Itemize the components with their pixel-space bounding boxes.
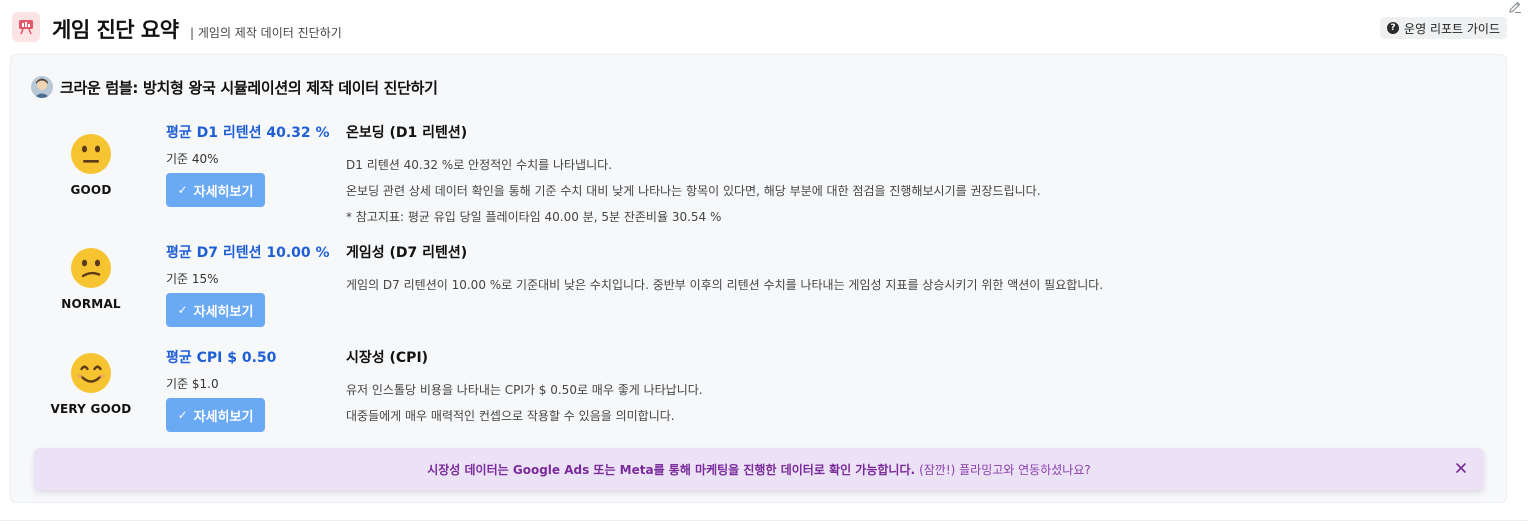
metric-baseline: 기준 40% <box>166 152 219 166</box>
metric-title: 평균 CPI $ 0.50 <box>166 350 277 366</box>
description-title: 시장성 (CPI) <box>346 350 429 366</box>
description-block: 게임성 (D7 리텐션) 게임의 D7 리텐션이 10.00 %로 기준대비 낮… <box>346 242 1103 293</box>
metric-title: 평균 D1 리텐션 40.32 % <box>166 125 330 141</box>
mood-indicator: NORMAL <box>41 247 141 311</box>
avatar <box>31 76 53 98</box>
description-line: D1 리텐션 40.32 %로 안정적인 수치를 나타냅니다. <box>346 158 612 172</box>
metric-title: 평균 D7 리텐션 10.00 % <box>166 245 330 261</box>
close-icon[interactable] <box>1454 461 1468 475</box>
question-circle-icon: ? <box>1387 22 1400 34</box>
guide-button-label: 운영 리포트 가이드 <box>1404 21 1500 36</box>
card-title-row: 크라운 럼블: 방치형 왕국 시뮬레이션의 제작 데이터 진단하기 <box>31 76 438 98</box>
card-title: 크라운 럼블: 방치형 왕국 시뮬레이션의 제작 데이터 진단하기 <box>60 78 438 97</box>
smiling-face-icon <box>71 353 111 393</box>
check-icon: ✓ <box>177 408 188 422</box>
mood-label: NORMAL <box>61 297 121 311</box>
banner-text: 시장성 데이터는 Google Ads 또는 Meta를 통해 마케팅을 진행한… <box>427 462 916 477</box>
metric-baseline: 기준 $1.0 <box>166 377 219 391</box>
description-line: 대중들에게 매우 매력적인 컨셉으로 작용할 수 있음을 의미합니다. <box>346 409 675 423</box>
description-line: 유저 인스톨당 비용을 나타내는 CPI가 $ 0.50로 매우 좋게 나타납니… <box>346 383 703 397</box>
metric-block: 평균 CPI $ 0.50 기준 $1.0 ✓ 자세히보기 <box>166 347 276 432</box>
detail-button[interactable]: ✓ 자세히보기 <box>166 173 265 207</box>
diagnosis-card: 크라운 럼블: 방치형 왕국 시뮬레이션의 제작 데이터 진단하기 GOOD 평… <box>10 54 1507 503</box>
description-line: 게임의 D7 리텐션이 10.00 %로 기준대비 낮은 수치입니다. 중반부 … <box>346 278 1104 292</box>
divider <box>0 520 1528 521</box>
description-block: 시장성 (CPI) 유저 인스톨당 비용을 나타내는 CPI가 $ 0.50로 … <box>346 347 703 424</box>
guide-button[interactable]: ? 운영 리포트 가이드 <box>1380 17 1507 39</box>
check-icon: ✓ <box>177 183 188 197</box>
diagnosis-row-d1: GOOD 평균 D1 리텐션 40.32 % 기준 40% ✓ 자세히보기 온보… <box>11 117 1506 227</box>
neutral-face-icon <box>71 134 111 174</box>
diagnosis-row-d7: NORMAL 평균 D7 리텐션 10.00 % 기준 15% ✓ 자세히보기 … <box>11 237 1506 347</box>
metric-block: 평균 D7 리텐션 10.00 % 기준 15% ✓ 자세히보기 <box>166 242 330 327</box>
edit-pencil-icon[interactable] <box>1508 0 1522 14</box>
detail-button-label: 자세히보기 <box>193 184 254 200</box>
check-icon: ✓ <box>177 303 188 317</box>
page-title: 게임 진단 요약 <box>52 18 179 42</box>
description-line: 온보딩 관련 상세 데이터 확인을 통해 기준 수치 대비 낮게 나타나는 항목… <box>346 184 1041 198</box>
detail-button-label: 자세히보기 <box>193 304 254 320</box>
description-block: 온보딩 (D1 리텐션) D1 리텐션 40.32 %로 안정적인 수치를 나타… <box>346 122 1041 225</box>
banner-link[interactable]: (잠깐!) 플라밍고와 연동하셨나요? <box>919 461 1091 478</box>
page-header: 게임 진단 요약 | 게임의 제작 데이터 진단하기 ? 운영 리포트 가이드 <box>0 0 1528 54</box>
diagnosis-row-cpi: VERY GOOD 평균 CPI $ 0.50 기준 $1.0 ✓ 자세히보기 … <box>11 342 1506 452</box>
mood-indicator: GOOD <box>41 133 141 197</box>
confused-face-icon <box>71 248 111 288</box>
info-banner: 시장성 데이터는 Google Ads 또는 Meta를 통해 마케팅을 진행한… <box>34 448 1484 490</box>
detail-button-label: 자세히보기 <box>193 409 254 425</box>
mood-indicator: VERY GOOD <box>41 352 141 416</box>
presentation-board-icon <box>12 12 40 42</box>
metric-baseline: 기준 15% <box>166 272 219 286</box>
description-line: * 참고지표: 평균 유입 당일 플레이타임 40.00 분, 5분 잔존비율 … <box>346 210 722 224</box>
metric-block: 평균 D1 리텐션 40.32 % 기준 40% ✓ 자세히보기 <box>166 122 330 207</box>
detail-button[interactable]: ✓ 자세히보기 <box>166 293 265 327</box>
mood-label: GOOD <box>70 183 112 197</box>
description-title: 게임성 (D7 리텐션) <box>346 245 468 261</box>
description-title: 온보딩 (D1 리텐션) <box>346 125 468 141</box>
detail-button[interactable]: ✓ 자세히보기 <box>166 398 265 432</box>
page-subtitle: | 게임의 제작 데이터 진단하기 <box>190 26 342 40</box>
mood-label: VERY GOOD <box>50 402 132 416</box>
